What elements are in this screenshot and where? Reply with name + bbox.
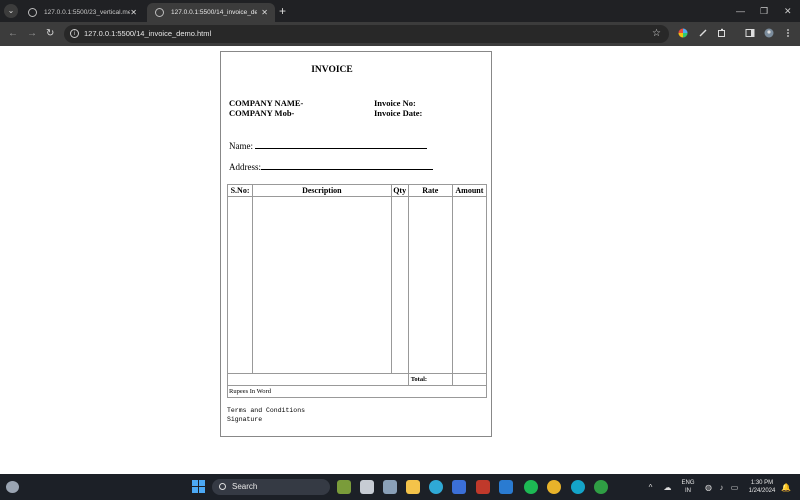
xbox-icon[interactable] (594, 480, 608, 494)
back-icon[interactable]: ← (8, 26, 18, 42)
search-icon (219, 483, 226, 490)
tab-search-icon[interactable]: ⌄ (4, 4, 18, 18)
reload-icon[interactable]: ↻ (46, 26, 54, 42)
column-header-qty: Qty (390, 184, 409, 197)
alexa-icon[interactable] (571, 480, 585, 494)
battery-icon[interactable]: ▭ (730, 483, 739, 492)
tab-title: 127.0.0.1:5500/23_vertical.menu (44, 9, 130, 16)
url-text[interactable]: 127.0.0.1:5500/14_invoice_demo.html (84, 25, 211, 43)
column-header-sno: S.No: (226, 184, 254, 197)
rupees-in-word-label: Rupees In Word (227, 385, 487, 398)
terms-block: Terms and Conditions Signature (227, 406, 305, 424)
copilot-app-icon[interactable] (337, 480, 351, 494)
new-tab-button[interactable]: + (279, 3, 286, 19)
vscode-icon[interactable] (499, 480, 513, 494)
globe-icon (155, 8, 164, 17)
extensions-icon[interactable] (717, 28, 727, 38)
name-field: Name: (229, 141, 428, 151)
app-red-icon[interactable] (476, 480, 490, 494)
clock-date: 1/24/2024 (748, 488, 776, 494)
table-cell (407, 196, 453, 374)
table-cell (227, 373, 409, 386)
restore-icon[interactable]: ❐ (760, 3, 768, 19)
rupees-in-word-row: Rupees In Word (227, 385, 487, 398)
address-bar[interactable]: i 127.0.0.1:5500/14_invoice_demo.html ☆ (64, 25, 669, 43)
table-row (226, 196, 488, 374)
more-menu-icon[interactable] (783, 28, 793, 38)
tab-invoice-demo[interactable]: 127.0.0.1:5500/14_invoice_demo ✕ (147, 3, 275, 22)
terms-label: Terms and Conditions (227, 407, 306, 414)
total-amount-cell (451, 373, 488, 386)
clock-time: 1:30 PM (750, 480, 774, 486)
spotify-icon[interactable] (524, 480, 538, 494)
globe-icon (28, 8, 37, 17)
forward-icon[interactable]: → (27, 26, 37, 42)
taskbar-search-box[interactable]: Search (212, 479, 330, 495)
company-info: COMPANY NAME- COMPANY Mob- (229, 98, 303, 118)
company-mob-label: COMPANY Mob- (229, 108, 295, 118)
volume-icon[interactable]: ♪ (717, 483, 726, 492)
minimize-icon[interactable]: — (736, 3, 745, 19)
invoice-meta: Invoice No: Invoice Date: (374, 98, 422, 118)
bookmark-star-icon[interactable]: ☆ (652, 25, 661, 43)
signature-label: Signature (227, 416, 263, 423)
cloud-icon[interactable]: ☁ (663, 483, 672, 492)
edge-browser-icon[interactable] (429, 480, 443, 494)
file-explorer-icon[interactable] (406, 480, 420, 494)
browser-tab-bar: ⌄ 127.0.0.1:5500/23_vertical.menu ✕ 127.… (0, 0, 800, 22)
invoice-date-label: Invoice Date: (374, 108, 423, 118)
table-header-row: S.No: Description Qty Rate Amount (226, 184, 488, 197)
language-indicator[interactable]: ENG IN (678, 479, 698, 495)
close-icon[interactable]: ✕ (130, 3, 137, 22)
globe-network-icon[interactable]: ◍ (704, 483, 713, 492)
name-label: Name: (229, 141, 253, 151)
region-label: IN (685, 488, 691, 494)
weather-widget-icon[interactable] (6, 481, 19, 493)
browser-toolbar: ← → ↻ i 127.0.0.1:5500/14_invoice_demo.h… (0, 22, 800, 46)
tab-title: 127.0.0.1:5500/14_invoice_demo (171, 9, 257, 16)
table-cell (390, 196, 409, 374)
chevron-up-icon[interactable]: ^ (646, 483, 655, 492)
invoice-sheet: INVOICE COMPANY NAME- COMPANY Mob- Invoi… (220, 51, 492, 437)
column-header-description: Description (252, 184, 392, 197)
profile-avatar-icon[interactable] (764, 28, 774, 38)
address-field: Address: (229, 162, 433, 172)
close-window-icon[interactable]: ✕ (784, 3, 792, 19)
pen-icon[interactable] (698, 28, 708, 38)
tab-vertical-menu[interactable]: 127.0.0.1:5500/23_vertical.menu ✕ (20, 3, 144, 22)
search-label: Search (232, 482, 258, 491)
widgets-app-icon[interactable] (383, 480, 397, 494)
clock[interactable]: 1:30 PM 1/24/2024 (742, 479, 782, 495)
items-table: S.No: Description Qty Rate Amount Total:… (226, 184, 488, 398)
windows-start-icon[interactable] (192, 480, 205, 493)
microsoft-store-icon[interactable] (452, 480, 466, 494)
notification-bell-icon[interactable]: 🔔 (781, 483, 791, 492)
info-icon[interactable]: i (70, 29, 79, 38)
task-view-icon[interactable] (360, 480, 374, 494)
table-cell (451, 196, 488, 374)
table-cell (252, 196, 392, 374)
invoice-no-label: Invoice No: (374, 98, 416, 108)
windows-taskbar: Search ^ ☁ ENG IN ◍ ♪ ▭ 1:30 PM 1/24/202… (0, 474, 800, 500)
total-label: Total: (407, 373, 453, 386)
name-underline (255, 141, 428, 149)
column-header-amount: Amount (451, 184, 488, 197)
color-wheel-extension-icon[interactable] (678, 28, 688, 38)
side-panel-icon[interactable] (745, 28, 755, 38)
total-row: Total: (227, 373, 488, 386)
invoice-title: INVOICE (311, 65, 353, 75)
address-underline (261, 162, 433, 170)
close-icon[interactable]: ✕ (261, 3, 268, 22)
table-cell (226, 196, 254, 374)
page-content: INVOICE COMPANY NAME- COMPANY Mob- Invoi… (0, 46, 800, 474)
chrome-icon[interactable] (547, 480, 561, 494)
company-name-label: COMPANY NAME- (229, 98, 304, 108)
language-label: ENG (681, 480, 695, 486)
column-header-rate: Rate (407, 184, 453, 197)
address-label: Address: (229, 162, 261, 172)
